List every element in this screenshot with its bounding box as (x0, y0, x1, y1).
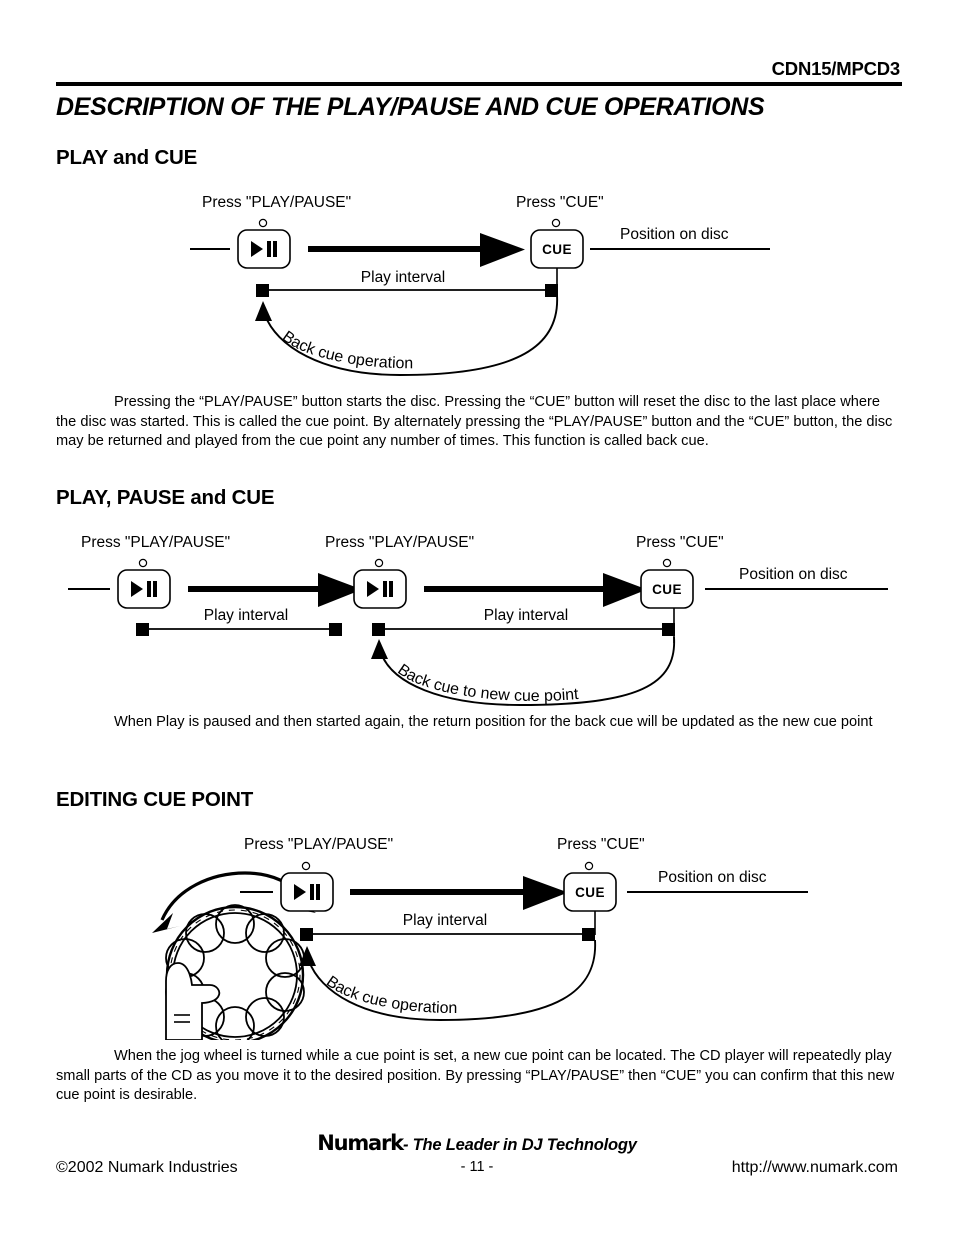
paragraph-editing-cue-point: When the jog wheel is turned while a cue… (56, 1047, 902, 1106)
diagram-play-and-cue-svg: Press "PLAY/PAUSE" Press "CUE" CUE Posit… (190, 194, 770, 376)
footer-url[interactable]: http://www.numark.com (732, 1159, 898, 1177)
label-press-cue: Press "CUE" (557, 836, 645, 853)
pause-bar-right-icon (273, 241, 277, 257)
led-indicator-play-1-icon (138, 558, 148, 568)
diagram-play-pause-and-cue-svg: Press "PLAY/PAUSE" Press "PLAY/PAUSE" Pr… (68, 534, 888, 706)
label-play-interval-1: Play interval (204, 607, 288, 624)
led-indicator-play-2-icon (374, 558, 384, 568)
diagram-editing-cue-point: Press "PLAY/PAUSE" Press "CUE" CUE Posit… (140, 825, 840, 1040)
footer-brand: Numark- The Leader in DJ Technology (0, 1131, 954, 1155)
cue-button-label: CUE (542, 242, 572, 257)
label-position-on-disc: Position on disc (620, 226, 729, 243)
footer-tagline: - The Leader in DJ Technology (402, 1136, 637, 1154)
play-interval-bar (300, 928, 595, 941)
cue-button[interactable]: CUE (640, 569, 694, 609)
label-press-play-pause-2: Press "PLAY/PAUSE" (325, 534, 474, 551)
label-play-interval: Play interval (361, 269, 445, 286)
section-heading-play-and-cue: PLAY and CUE (56, 146, 198, 169)
pause-bar-left-icon (147, 581, 151, 597)
cue-button-label: CUE (652, 582, 682, 597)
label-position-on-disc: Position on disc (658, 869, 767, 886)
interval-marker-start (136, 623, 149, 636)
play-pause-button[interactable] (280, 872, 334, 912)
led-indicator-play-icon (301, 861, 311, 871)
label-press-cue: Press "CUE" (636, 534, 724, 551)
play-pause-button[interactable] (237, 229, 291, 269)
interval-marker-end (662, 623, 675, 636)
label-press-play-pause: Press "PLAY/PAUSE" (202, 194, 351, 211)
pause-bar-left-icon (310, 884, 314, 900)
led-indicator-cue-icon (662, 558, 672, 568)
led-indicator-play-icon (258, 218, 268, 228)
label-press-play-pause-1: Press "PLAY/PAUSE" (81, 534, 230, 551)
cue-button-label: CUE (575, 885, 605, 900)
interval-marker-start (372, 623, 385, 636)
cue-button[interactable]: CUE (563, 872, 617, 912)
paragraph-play-and-cue: Pressing the “PLAY/PAUSE” button starts … (56, 393, 902, 452)
header-divider (56, 82, 902, 86)
interval-marker-start (300, 928, 313, 941)
label-back-cue-operation: Back cue operation (323, 973, 457, 1017)
arrow-2-icon (424, 573, 647, 607)
interval-marker-end (329, 623, 342, 636)
paragraph-editing-cue-point-text: When the jog wheel is turned while a cue… (56, 1048, 895, 1103)
play-pause-button-2[interactable] (353, 569, 407, 609)
play-pause-button-1[interactable] (117, 569, 171, 609)
diagram-play-and-cue: Press "PLAY/PAUSE" Press "CUE" CUE Posit… (150, 185, 830, 385)
pause-bar-right-icon (153, 581, 157, 597)
play-interval-bar-1 (136, 623, 342, 636)
interval-marker-start (256, 284, 269, 297)
arrow-play-to-cue-icon (308, 233, 525, 267)
back-cue-arrowhead-icon (255, 301, 272, 321)
label-position-on-disc: Position on disc (739, 566, 848, 583)
section-heading-editing-cue-point: EDITING CUE POINT (56, 788, 254, 811)
back-cue-arrowhead-icon (371, 639, 388, 659)
label-back-cue-operation: Back cue operation (279, 328, 413, 372)
label-press-play-pause: Press "PLAY/PAUSE" (244, 836, 393, 853)
paragraph-play-pause-and-cue-text: When Play is paused and then started aga… (114, 714, 873, 730)
diagram-play-pause-and-cue: Press "PLAY/PAUSE" Press "PLAY/PAUSE" Pr… (50, 525, 930, 710)
pause-bar-right-icon (389, 581, 393, 597)
pause-bar-left-icon (267, 241, 271, 257)
section-heading-play-pause-and-cue: PLAY, PAUSE and CUE (56, 486, 275, 509)
page-title: DESCRIPTION OF THE PLAY/PAUSE AND CUE OP… (56, 93, 765, 121)
label-play-interval: Play interval (403, 912, 487, 929)
interval-marker-end (545, 284, 558, 297)
label-back-cue-to-new-cue-point: Back cue to new cue point (394, 661, 579, 705)
header-model-number: CDN15/MPCD3 (771, 58, 901, 79)
paragraph-play-and-cue-text: Pressing the “PLAY/PAUSE” button starts … (56, 394, 893, 449)
pause-bar-left-icon (383, 581, 387, 597)
led-indicator-cue-icon (551, 218, 561, 228)
pause-bar-right-icon (316, 884, 320, 900)
interval-marker-end (582, 928, 595, 941)
rotation-arrow-left-icon (152, 913, 180, 933)
led-indicator-cue-icon (584, 861, 594, 871)
manual-page: CDN15/MPCD3 DESCRIPTION OF THE PLAY/PAUS… (0, 0, 954, 1235)
numark-logo: Numark (317, 1131, 404, 1155)
arrow-play-to-cue-icon (350, 876, 568, 910)
play-interval-bar-2 (372, 623, 675, 636)
cue-button[interactable]: CUE (530, 229, 584, 269)
paragraph-play-pause-and-cue: When Play is paused and then started aga… (56, 713, 902, 733)
label-press-cue: Press "CUE" (516, 194, 604, 211)
arrow-1-icon (188, 573, 362, 607)
diagram-editing-cue-point-svg: Press "PLAY/PAUSE" Press "CUE" CUE Posit… (152, 836, 808, 1040)
label-play-interval-2: Play interval (484, 607, 568, 624)
